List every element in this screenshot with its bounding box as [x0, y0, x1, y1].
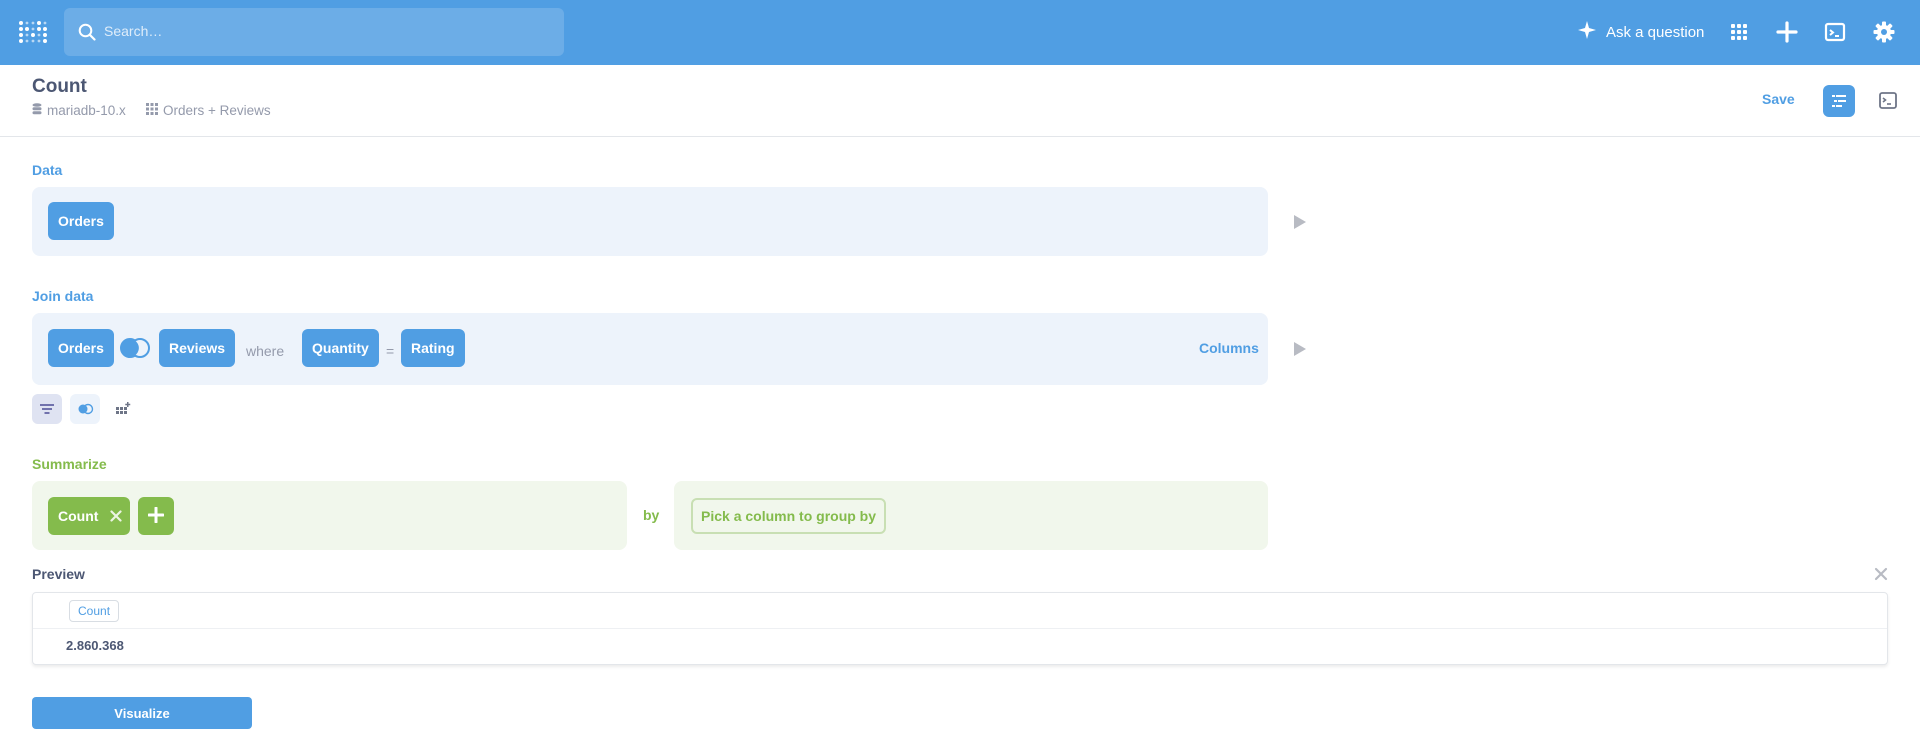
sparkle-icon [1578, 21, 1606, 43]
search-input[interactable]: Search… [64, 8, 564, 56]
database-icon [32, 103, 47, 118]
summarize-section-label: Summarize [32, 456, 107, 472]
preview-play-icon[interactable] [1294, 342, 1306, 356]
grid-icon[interactable] [1727, 20, 1751, 44]
terminal-icon[interactable] [1823, 20, 1847, 44]
metric-count-label: Count [58, 508, 99, 524]
preview-column-header[interactable]: Count [69, 600, 120, 622]
join-step-panel: Orders Reviews where Quantity = Rating C… [32, 313, 1268, 385]
join-where-label: where [246, 343, 285, 359]
preview-count-value: 2.860.368 [66, 638, 124, 653]
data-step-panel: Orders [32, 187, 1268, 256]
table-grid-icon [146, 103, 163, 118]
join-operator[interactable]: = [386, 343, 394, 359]
preview-table: Count 2.860.368 [32, 592, 1888, 665]
join-right-column-pill[interactable]: Rating [401, 329, 465, 367]
custom-column-button[interactable] [108, 394, 138, 424]
close-preview-icon[interactable] [1874, 567, 1888, 586]
plus-icon [147, 506, 165, 526]
data-table-pill[interactable]: Orders [48, 202, 114, 240]
metric-count-pill[interactable]: Count [48, 497, 131, 535]
ask-question-button[interactable]: Ask a question [1578, 20, 1704, 44]
notebook-toggle-button[interactable] [1823, 85, 1855, 117]
summarize-groupby-panel: Pick a column to group by [674, 481, 1268, 550]
join-right-table-pill[interactable]: Reviews [159, 329, 236, 367]
summarize-by-label: by [643, 507, 660, 523]
search-placeholder: Search… [104, 23, 163, 39]
search-icon [78, 23, 96, 46]
preview-label: Preview [32, 566, 85, 582]
summarize-metrics-panel: Count [32, 481, 627, 550]
save-button[interactable]: Save [1762, 91, 1795, 107]
page-title[interactable]: Count [32, 76, 87, 98]
join-columns-button[interactable]: Columns [1199, 340, 1259, 356]
join-section-label: Join data [32, 288, 94, 304]
preview-play-icon[interactable] [1294, 215, 1306, 229]
tables-name: Orders + Reviews [163, 103, 271, 118]
join-step-button[interactable] [70, 394, 100, 424]
preview-row-divider [33, 628, 1887, 629]
breadcrumb-database[interactable]: mariadb-10.x [32, 103, 126, 118]
breadcrumb-tables[interactable]: Orders + Reviews [146, 103, 271, 118]
join-left-column-pill[interactable]: Quantity [302, 329, 379, 367]
visualize-button[interactable]: Visualize [32, 697, 252, 729]
sql-view-icon[interactable] [1872, 85, 1904, 117]
logo-icon[interactable] [18, 20, 48, 46]
plus-icon[interactable] [1775, 20, 1799, 44]
filter-step-button[interactable] [32, 394, 62, 424]
ask-question-label: Ask a question [1606, 23, 1705, 41]
database-name: mariadb-10.x [47, 103, 126, 118]
remove-metric-icon[interactable] [110, 510, 123, 522]
question-header: Count mariadb-10.x Orders + Reviews Save [0, 65, 1920, 137]
gear-icon[interactable] [1872, 20, 1896, 44]
data-section-label: Data [32, 162, 63, 178]
add-metric-button[interactable] [138, 497, 174, 535]
join-left-table-pill[interactable]: Orders [48, 329, 114, 367]
group-by-picker[interactable]: Pick a column to group by [691, 498, 887, 534]
top-navbar: Search… Ask a question [0, 0, 1920, 65]
join-type-icon[interactable] [118, 337, 152, 359]
